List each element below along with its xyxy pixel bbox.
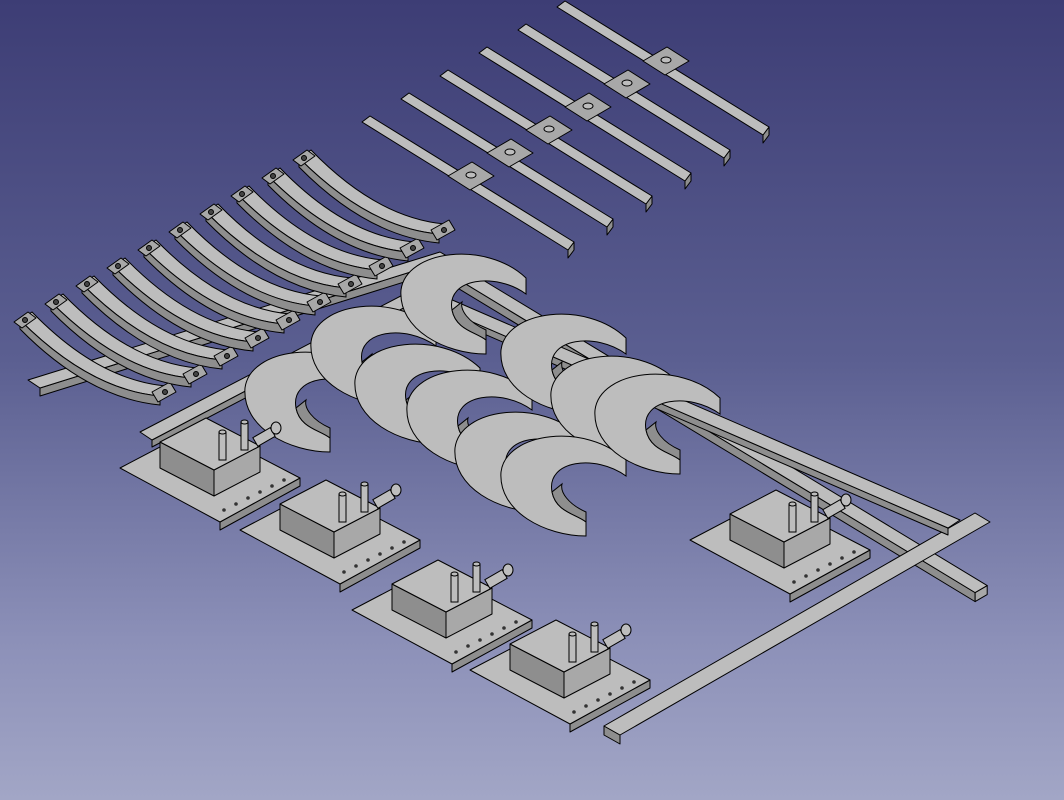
3d-viewport[interactable] xyxy=(0,0,1064,800)
mounting-block[interactable] xyxy=(689,489,871,603)
clamp-ring[interactable] xyxy=(500,435,627,537)
cad-model-scene[interactable] xyxy=(0,0,1064,800)
straight-lever-group[interactable] xyxy=(361,0,770,259)
